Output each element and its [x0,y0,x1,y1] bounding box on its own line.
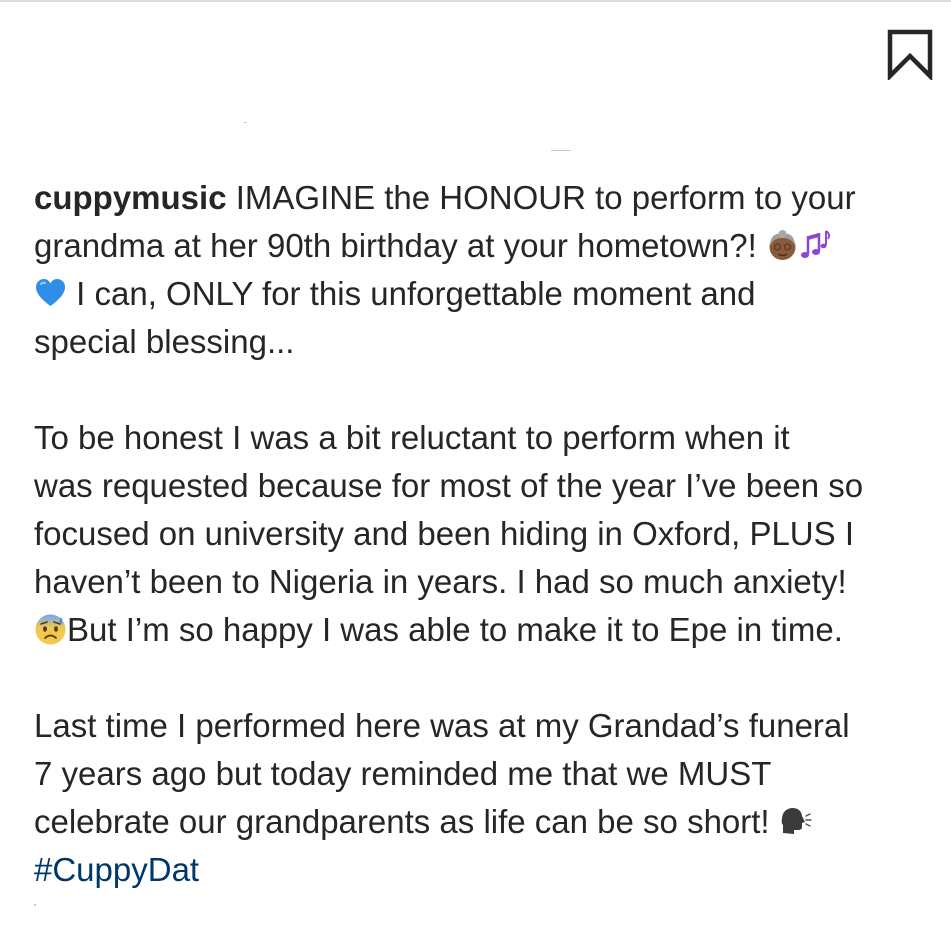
caption-paragraph-2: To be honest I was a bit reluctant to pe… [34,414,939,654]
caption-line: Last time I performed here was at my Gra… [34,707,850,744]
bookmark-button[interactable] [884,28,936,80]
caption-line: haven’t been to Nigeria in years. I had … [34,563,847,600]
post-caption: cuppymusic IMAGINE the HONOUR to perform… [34,174,939,894]
caption-line: #CuppyDat [34,846,939,894]
musical-notes-emoji [799,229,832,262]
hashtag-link[interactable]: #CuppyDat [34,851,199,888]
anxious-face-with-sweat-emoji [34,613,67,646]
caption-line: cuppymusic IMAGINE the HONOUR to perform… [34,179,856,216]
bookmark-icon [884,28,936,80]
caption-line: But I’m so happy I was able to make it t… [34,606,939,654]
caption-paragraph-3: Last time I performed here was at my Gra… [34,702,939,894]
caption-line: grandma at her 90th birthday at your hom… [34,222,939,270]
caption-line: To be honest I was a bit reluctant to pe… [34,419,790,456]
top-divider [0,0,951,2]
caption-line: was requested because for most of the ye… [34,467,864,504]
old-woman-emoji [766,229,799,262]
caption-paragraph-1: cuppymusic IMAGINE the HONOUR to perform… [34,174,939,366]
speaking-head-emoji [779,805,812,838]
username-link[interactable]: cuppymusic [34,179,227,216]
blue-heart-emoji [34,277,67,310]
caption-line: celebrate our grandparents as life can b… [34,798,939,846]
caption-line: special blessing... [34,323,295,360]
caption-line: 7 years ago but today reminded me that w… [34,755,772,792]
caption-line: I can, ONLY for this unforgettable momen… [34,270,939,318]
caption-line: focused on university and been hiding in… [34,515,854,552]
